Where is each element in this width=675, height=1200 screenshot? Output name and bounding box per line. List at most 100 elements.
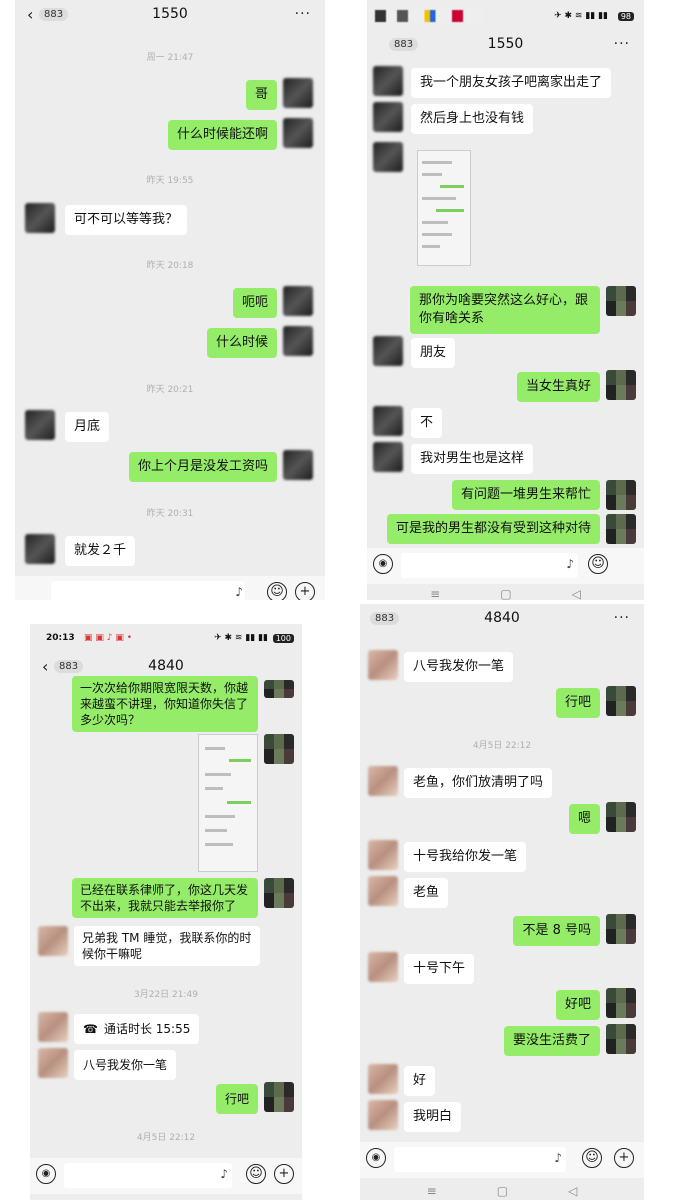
contact-avatar[interactable] <box>606 914 636 944</box>
more-options-icon[interactable]: ··· <box>295 6 311 22</box>
contact-avatar[interactable] <box>25 410 55 440</box>
sent-message[interactable]: 呃呃 <box>232 288 277 318</box>
voice-icon[interactable]: ◉ <box>366 1148 386 1168</box>
sent-message[interactable]: 什么时候能还啊 <box>167 120 277 150</box>
sent-message[interactable]: 行吧 <box>555 688 600 718</box>
received-message[interactable]: 老鱼 <box>404 878 449 908</box>
contact-avatar[interactable] <box>373 66 403 96</box>
more-options-icon[interactable]: ··· <box>614 36 630 52</box>
sent-message[interactable]: 一次次给你期限宽限天数，你越来越蛮不讲理，你知道你失信了多少次吗？ <box>72 676 258 732</box>
voice-icon[interactable]: ◉ <box>373 554 393 574</box>
sent-message[interactable]: 行吧 <box>215 1084 258 1114</box>
message-input[interactable] <box>64 1163 232 1188</box>
contact-avatar[interactable] <box>606 802 636 832</box>
contact-avatar[interactable] <box>38 1048 68 1078</box>
received-message[interactable]: 兄弟我 TM 睡觉，我联系你的时候你干嘛呢 <box>74 926 260 966</box>
contact-avatar[interactable] <box>606 686 636 716</box>
menu-nav-icon[interactable]: ≡ <box>430 587 440 600</box>
received-message[interactable]: 十号我给你发一笔 <box>404 842 527 872</box>
contact-avatar[interactable] <box>606 286 636 316</box>
received-message[interactable]: 我对男生也是这样 <box>411 444 534 474</box>
back-nav-icon[interactable]: ◁ <box>568 1184 577 1198</box>
contact-avatar[interactable] <box>373 102 403 132</box>
contact-avatar[interactable] <box>373 442 403 472</box>
contact-avatar[interactable] <box>373 142 403 172</box>
contact-avatar[interactable] <box>283 286 313 316</box>
received-message[interactable]: 老鱼，你们放清明了吗 <box>404 768 553 798</box>
contact-avatar[interactable] <box>283 78 313 108</box>
voice-icon[interactable]: ◉ <box>36 1164 56 1184</box>
received-message[interactable]: 可不可以等等我？ <box>65 205 188 235</box>
sent-message[interactable]: 嗯 <box>568 804 600 834</box>
received-message[interactable]: 我一个朋友女孩子吧离家出走了 <box>411 68 612 98</box>
message-input[interactable] <box>401 553 578 578</box>
contact-avatar[interactable] <box>264 680 294 698</box>
sent-message[interactable]: 你上个月是没发工资吗 <box>128 452 277 482</box>
received-message[interactable]: 不 <box>411 408 443 438</box>
sent-message[interactable]: 哥 <box>245 80 277 110</box>
message-input[interactable] <box>394 1147 566 1172</box>
contact-avatar[interactable] <box>368 650 398 680</box>
contact-avatar[interactable] <box>368 1064 398 1094</box>
sent-message[interactable]: 什么时候 <box>206 328 277 358</box>
emoji-icon[interactable]: ☺ <box>267 582 287 600</box>
more-options-icon[interactable]: ··· <box>614 610 630 626</box>
sent-message[interactable]: 可是我的男生都没有受到这种对待 <box>386 514 600 544</box>
message-input[interactable] <box>51 581 245 600</box>
received-message[interactable]: 我明白 <box>404 1102 462 1132</box>
received-message[interactable]: 十号下午 <box>404 954 475 984</box>
received-message[interactable]: 月底 <box>65 412 110 442</box>
sent-message[interactable]: 已经在联系律师了，你这几天发不出来，我就只能去举报你了 <box>72 878 258 918</box>
mic-icon[interactable]: ♪ <box>566 557 574 571</box>
contact-avatar[interactable] <box>264 878 294 908</box>
contact-avatar[interactable] <box>368 766 398 796</box>
contact-avatar[interactable] <box>264 734 294 764</box>
received-message[interactable]: 八号我发你一笔 <box>404 652 514 682</box>
contact-avatar[interactable] <box>368 952 398 982</box>
sent-message[interactable]: 有问题一堆男生来帮忙 <box>451 480 600 510</box>
received-message[interactable]: 就发２千 <box>65 536 136 566</box>
menu-nav-icon[interactable]: ≡ <box>427 1184 437 1198</box>
home-nav-icon[interactable]: ▢ <box>500 587 511 600</box>
contact-avatar[interactable] <box>368 840 398 870</box>
home-nav-icon[interactable]: ▢ <box>497 1184 508 1198</box>
contact-avatar[interactable] <box>606 370 636 400</box>
contact-avatar[interactable] <box>368 1100 398 1130</box>
mic-icon[interactable]: ♪ <box>220 1167 228 1181</box>
contact-avatar[interactable] <box>606 1024 636 1054</box>
contact-avatar[interactable] <box>38 926 68 956</box>
plus-icon[interactable]: + <box>274 1164 294 1184</box>
back-nav-icon[interactable]: ◁ <box>572 587 581 600</box>
chat-screenshot-image[interactable] <box>417 150 471 266</box>
sent-message[interactable]: 好吧 <box>555 990 600 1020</box>
call-duration-message[interactable]: ☎ 通话时长 15:55 <box>74 1014 200 1044</box>
received-message[interactable]: 八号我发你一笔 <box>74 1050 177 1080</box>
emoji-icon[interactable]: ☺ <box>246 1164 266 1184</box>
mic-icon[interactable]: ♪ <box>554 1151 562 1165</box>
contact-avatar[interactable] <box>25 534 55 564</box>
contact-avatar[interactable] <box>373 336 403 366</box>
contact-avatar[interactable] <box>283 118 313 148</box>
received-message[interactable]: 朋友 <box>411 338 456 368</box>
mic-icon[interactable]: ♪ <box>235 585 243 599</box>
chat-screenshot-image[interactable] <box>198 734 258 872</box>
contact-avatar[interactable] <box>283 450 313 480</box>
contact-avatar[interactable] <box>25 203 55 233</box>
contact-avatar[interactable] <box>606 514 636 544</box>
contact-avatar[interactable] <box>264 1082 294 1112</box>
sent-message[interactable]: 当女生真好 <box>516 372 600 402</box>
contact-avatar[interactable] <box>38 1012 68 1042</box>
sent-message[interactable]: 那你为啥要突然这么好心，跟你有啥关系 <box>410 286 600 334</box>
received-message[interactable]: 好 <box>404 1066 436 1096</box>
sent-message[interactable]: 要没生活费了 <box>503 1026 600 1056</box>
plus-icon[interactable]: + <box>295 582 315 600</box>
contact-avatar[interactable] <box>606 988 636 1018</box>
sent-message[interactable]: 不是 8 号吗 <box>513 916 600 946</box>
plus-icon[interactable]: + <box>614 1148 634 1168</box>
contact-avatar[interactable] <box>283 326 313 356</box>
emoji-icon[interactable]: ☺ <box>582 1148 602 1168</box>
received-message[interactable]: 然后身上也没有钱 <box>411 104 534 134</box>
contact-avatar[interactable] <box>606 480 636 510</box>
emoji-icon[interactable]: ☺ <box>588 554 608 574</box>
contact-avatar[interactable] <box>373 406 403 436</box>
